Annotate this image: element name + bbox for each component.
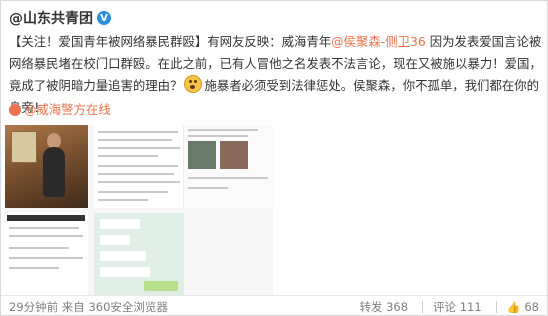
weibo-card: @山东共青团 V 【关注！爱国青年被网络暴民群殴】有网友反映：威海青年@侯聚森-… (0, 0, 548, 316)
source-mention-link[interactable]: @威海警方在线 (24, 102, 111, 117)
text-line (98, 173, 174, 175)
post-text-prefix: 【关注！爱国青年被网络暴民群殴】有网友反映：威海青年 (9, 34, 332, 49)
repost-count: 368 (386, 300, 409, 314)
repost-button[interactable]: 转发 368 (359, 299, 408, 315)
text-line (188, 177, 268, 179)
comment-count: 111 (459, 300, 482, 314)
comment-button[interactable]: 评论 111 (433, 299, 482, 315)
chat-bubble (100, 235, 130, 245)
chat-bubble (100, 267, 150, 277)
post-meta: 29分钟前 来自 360安全浏览器 (9, 299, 168, 315)
text-line (9, 247, 69, 249)
screenshot-thumbnail-4[interactable] (5, 213, 88, 295)
thumb-photo (188, 141, 216, 169)
post-time[interactable]: 29分钟前 (9, 300, 58, 314)
text-line (9, 235, 83, 237)
text-line (98, 199, 148, 201)
post-header: @山东共青团 V (9, 7, 111, 29)
verified-icon: V (97, 11, 111, 25)
shocked-face-emoji-icon (184, 75, 203, 93)
author-name[interactable]: @山东共青团 (9, 8, 93, 28)
text-line (188, 187, 228, 189)
text-line (188, 129, 258, 131)
chat-bubble (100, 219, 140, 229)
divider (495, 301, 497, 313)
photo-thumbnail-1[interactable] (5, 125, 88, 208)
phone-status-bar (7, 215, 85, 221)
post-actions: 转发 368 评论 111 👍 68 (341, 299, 539, 315)
post-footer: 29分钟前 来自 360安全浏览器 转发 368 评论 111 👍 68 (1, 295, 547, 316)
thumb-photo (220, 141, 248, 169)
text-line (98, 181, 180, 183)
text-line (98, 131, 178, 133)
comment-label: 评论 (433, 300, 457, 314)
source-mention[interactable]: @威海警方在线 (9, 100, 111, 118)
poster-shape (11, 131, 37, 163)
person-body-shape (43, 147, 65, 197)
repost-label: 转发 (359, 300, 383, 314)
user-mention-link[interactable]: @侯聚森-侧卫36 (331, 34, 426, 49)
text-line (188, 135, 248, 137)
post-source: 来自 360安全浏览器 (61, 300, 168, 314)
text-line (98, 147, 180, 149)
like-count: 68 (524, 300, 539, 314)
text-line (98, 139, 172, 141)
text-line (9, 267, 59, 269)
text-line (98, 165, 178, 167)
location-dot-icon (9, 104, 21, 116)
text-line (9, 227, 79, 229)
image-gallery (5, 125, 274, 295)
text-line (9, 257, 83, 259)
screenshot-thumbnail-2[interactable] (94, 125, 184, 208)
text-line (98, 191, 168, 193)
screenshot-thumbnail-3[interactable] (183, 125, 274, 208)
chat-screenshot-thumbnail-5[interactable] (94, 213, 184, 295)
divider (422, 301, 424, 313)
thumbs-up-icon: 👍 (506, 300, 521, 314)
like-button[interactable]: 👍 68 (507, 300, 539, 314)
chat-bubble-sent (144, 281, 178, 291)
chat-bubble (100, 251, 146, 261)
text-line (98, 155, 158, 157)
